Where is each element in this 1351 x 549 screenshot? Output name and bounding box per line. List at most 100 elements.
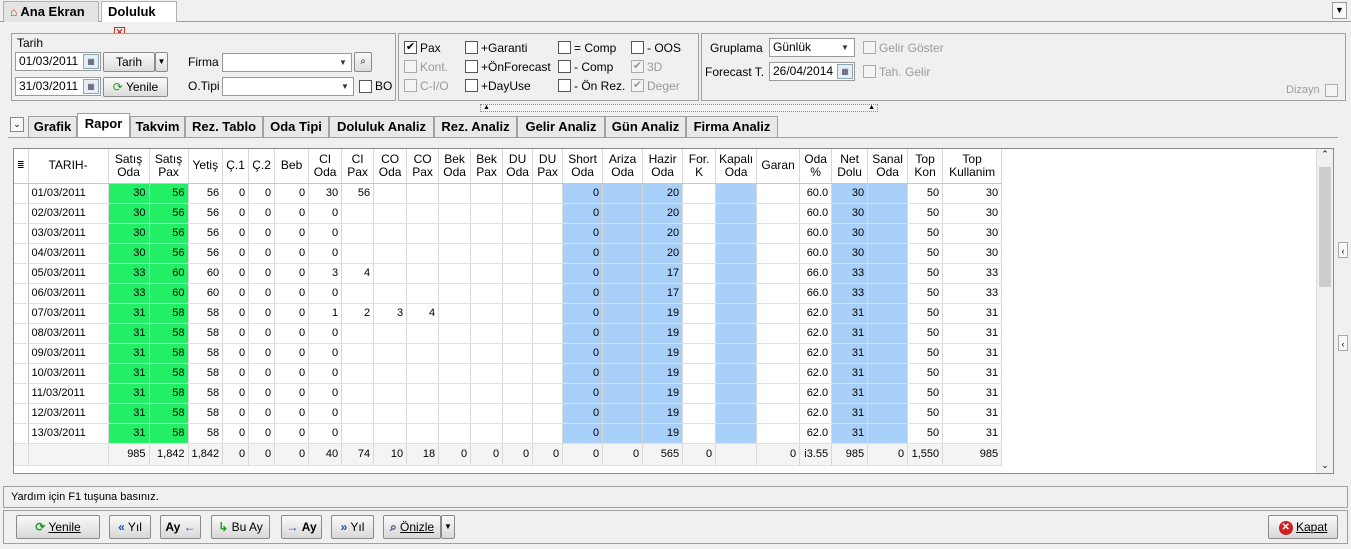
table-cell[interactable] xyxy=(715,363,758,384)
table-cell[interactable]: 0 xyxy=(248,423,276,444)
view-tab-2[interactable]: Takvim xyxy=(130,116,185,137)
table-cell[interactable] xyxy=(715,283,758,304)
table-cell[interactable]: 30 xyxy=(308,183,343,204)
table-cell[interactable]: 30 xyxy=(108,243,150,264)
table-cell[interactable]: 50 xyxy=(907,343,944,364)
table-cell[interactable]: 0 xyxy=(222,243,250,264)
table-cell[interactable]: 0 xyxy=(248,383,276,404)
table-cell[interactable]: 58 xyxy=(149,423,189,444)
table-cell[interactable]: 13/03/2011 xyxy=(28,423,109,444)
pax-checkbox[interactable]: ✔ xyxy=(404,41,417,54)
table-cell[interactable]: 0 xyxy=(308,243,343,264)
table-cell[interactable] xyxy=(867,203,909,224)
table-cell[interactable] xyxy=(406,223,440,244)
table-cell[interactable] xyxy=(470,383,504,404)
side-panel-toggle-icon[interactable]: ‹ xyxy=(1338,242,1348,258)
table-cell[interactable] xyxy=(470,323,504,344)
table-cell[interactable] xyxy=(373,363,408,384)
table-cell[interactable] xyxy=(867,323,909,344)
table-cell[interactable]: 19 xyxy=(642,323,684,344)
table-cell[interactable] xyxy=(756,363,801,384)
view-tab-1[interactable]: Rapor xyxy=(77,113,130,138)
tab-doluluk[interactable]: Doluluk ✕ xyxy=(101,1,177,39)
table-cell[interactable]: 17 xyxy=(642,283,684,304)
table-cell[interactable]: 0 xyxy=(308,343,343,364)
table-cell[interactable] xyxy=(341,203,375,224)
table-cell[interactable] xyxy=(341,343,375,364)
view-tab-5[interactable]: Doluluk Analiz xyxy=(329,116,434,137)
table-cell[interactable]: 0 xyxy=(248,343,276,364)
deger-checkbox[interactable]: ✔ xyxy=(631,79,644,92)
table-cell[interactable] xyxy=(715,343,758,364)
table-cell[interactable] xyxy=(373,263,408,284)
table-cell[interactable] xyxy=(438,183,472,204)
next-month-button[interactable]: → Ay xyxy=(281,515,322,539)
table-cell[interactable]: 33 xyxy=(942,263,1003,284)
table-cell[interactable] xyxy=(470,223,504,244)
table-cell[interactable] xyxy=(756,203,801,224)
table-cell[interactable]: 20 xyxy=(642,203,684,224)
table-cell[interactable] xyxy=(756,383,801,404)
table-cell[interactable] xyxy=(715,263,758,284)
table-row[interactable]: 06/03/2011 33 60 60 0 0 0 0 0 17 66.0 33 50 33 xyxy=(14,283,1003,304)
table-cell[interactable]: 4 xyxy=(406,303,440,324)
table-row[interactable]: 05/03/2011 33 60 60 0 0 0 3 4 0 17 66.0 33 50 33 xyxy=(14,263,1003,284)
table-cell[interactable] xyxy=(406,263,440,284)
table-row[interactable]: 07/03/2011 31 58 58 0 0 0 1 2 3 4 0 19 62.0 31 50 31 xyxy=(14,303,1003,324)
onforecast-checkbox[interactable] xyxy=(465,60,478,73)
table-cell[interactable] xyxy=(341,243,375,264)
table-cell[interactable] xyxy=(715,323,758,344)
table-cell[interactable]: 31 xyxy=(108,323,150,344)
table-cell[interactable]: 04/03/2011 xyxy=(28,243,109,264)
table-cell[interactable]: 56 xyxy=(341,183,375,204)
table-cell[interactable]: 30 xyxy=(108,203,150,224)
column-header[interactable]: Hazir Oda xyxy=(642,149,684,184)
table-cell[interactable] xyxy=(682,423,717,444)
table-cell[interactable]: 62.0 xyxy=(799,363,833,384)
table-cell[interactable] xyxy=(502,203,534,224)
table-cell[interactable] xyxy=(373,343,408,364)
table-cell[interactable]: 33 xyxy=(831,283,869,304)
table-cell[interactable]: 11/03/2011 xyxy=(28,383,109,404)
table-cell[interactable]: 0 xyxy=(274,243,310,264)
tab-list-dropdown-icon[interactable]: ▼ xyxy=(1332,2,1347,19)
table-cell[interactable] xyxy=(502,363,534,384)
table-cell[interactable]: 60.0 xyxy=(799,223,833,244)
table-cell[interactable] xyxy=(532,223,564,244)
table-cell[interactable] xyxy=(502,263,534,284)
table-cell[interactable]: 0 xyxy=(562,303,604,324)
table-cell[interactable]: 62.0 xyxy=(799,383,833,404)
table-cell[interactable] xyxy=(470,423,504,444)
column-header[interactable]: CO Pax xyxy=(406,149,440,184)
table-cell[interactable] xyxy=(532,383,564,404)
table-cell[interactable] xyxy=(602,283,644,304)
table-cell[interactable]: 50 xyxy=(907,183,944,204)
table-cell[interactable] xyxy=(756,263,801,284)
table-cell[interactable]: 30 xyxy=(831,203,869,224)
view-tab-7[interactable]: Gelir Analiz xyxy=(517,116,605,137)
table-cell[interactable] xyxy=(532,303,564,324)
column-header[interactable]: Ariza Oda xyxy=(602,149,644,184)
table-cell[interactable]: 50 xyxy=(907,203,944,224)
table-cell[interactable]: 58 xyxy=(188,423,224,444)
table-cell[interactable] xyxy=(602,323,644,344)
table-cell[interactable] xyxy=(602,363,644,384)
table-cell[interactable]: 0 xyxy=(222,303,250,324)
table-cell[interactable] xyxy=(406,423,440,444)
table-cell[interactable] xyxy=(532,203,564,224)
table-cell[interactable] xyxy=(867,383,909,404)
table-cell[interactable]: 0 xyxy=(222,183,250,204)
table-cell[interactable]: 33 xyxy=(831,263,869,284)
table-cell[interactable]: 03/03/2011 xyxy=(28,223,109,244)
table-cell[interactable]: 58 xyxy=(188,343,224,364)
table-cell[interactable] xyxy=(715,223,758,244)
table-cell[interactable] xyxy=(532,363,564,384)
table-cell[interactable]: 58 xyxy=(149,363,189,384)
table-cell[interactable]: 0 xyxy=(562,243,604,264)
row-selector[interactable] xyxy=(14,183,29,204)
tarih-button[interactable]: Tarih xyxy=(103,52,155,72)
table-cell[interactable]: 30 xyxy=(831,243,869,264)
table-cell[interactable] xyxy=(341,283,375,304)
table-cell[interactable] xyxy=(406,323,440,344)
collapse-left-icon[interactable]: ▲ xyxy=(483,104,490,111)
